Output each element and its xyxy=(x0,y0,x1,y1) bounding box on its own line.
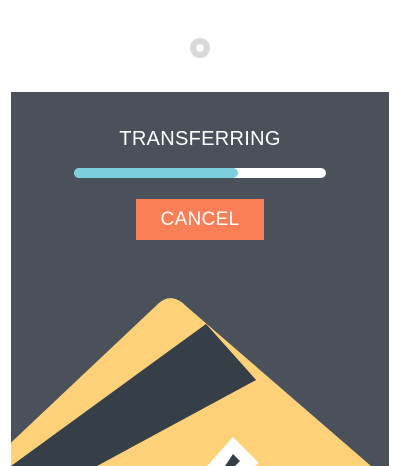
device-frame: TRANSFERRING CANCEL xyxy=(0,0,400,466)
credit-card-icon xyxy=(11,298,371,466)
camera-icon xyxy=(190,38,210,58)
device-screen: TRANSFERRING CANCEL xyxy=(11,92,389,466)
